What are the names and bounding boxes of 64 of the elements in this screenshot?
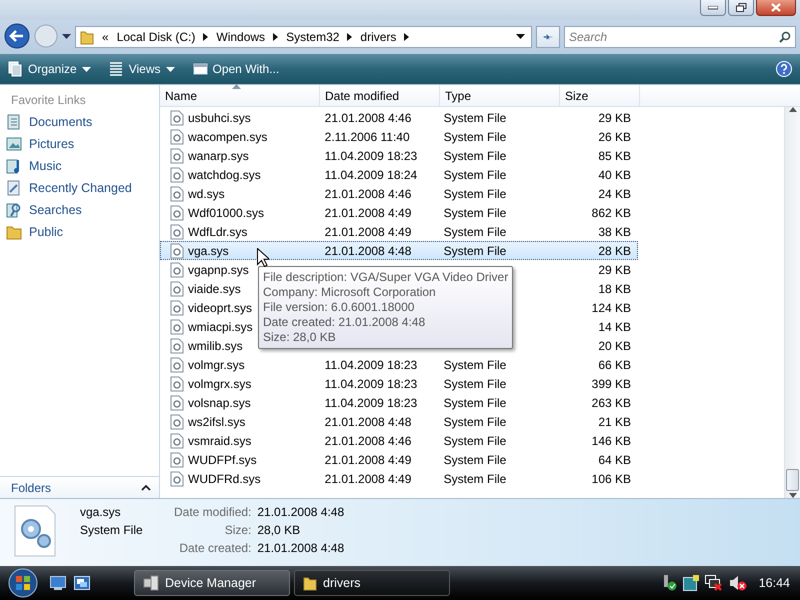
- date-cell-text: 11.04.2009 18:23: [324, 148, 418, 162]
- type-cell-text: System File: [442, 414, 508, 428]
- date-cell-text: 21.01.2008 4:49: [324, 472, 412, 486]
- size-cell-text: 399 KB: [590, 376, 632, 390]
- type-cell-text: System File: [442, 244, 508, 258]
- tooltip-line: Company: Microsoft Corporation: [263, 285, 437, 300]
- size-cell-text: 18 KB: [597, 282, 632, 296]
- property-label: Size:: [224, 523, 252, 537]
- date-cell-text: 21.01.2008 4:49: [324, 206, 412, 220]
- date-cell-text: 11.04.2009 18:23: [324, 396, 418, 410]
- type-cell-text: System File: [442, 396, 508, 410]
- date-cell-text: 21.01.2008 4:46: [324, 434, 412, 448]
- size-cell-text: 38 KB: [597, 224, 632, 238]
- tooltip-line: Size: 28,0 KB: [263, 330, 337, 345]
- size-cell-text: 64 KB: [597, 452, 632, 466]
- size-cell-text: 85 KB: [597, 148, 632, 162]
- size-cell-text: 146 KB: [590, 434, 632, 448]
- size-cell-text: 106 KB: [590, 472, 632, 486]
- file-name: vga.sys: [80, 505, 122, 519]
- tooltip-line: File description: VGA/Super VGA Video Driver: [263, 270, 508, 285]
- type-cell-text: System File: [442, 434, 508, 448]
- date-cell-text: 11.04.2009 18:24: [324, 168, 418, 182]
- date-cell-text: 21.01.2008 4:46: [324, 186, 412, 200]
- date-cell-text: 11.04.2009 18:23: [324, 376, 418, 390]
- size-cell-text: 66 KB: [597, 358, 632, 372]
- file-type: System File: [80, 523, 144, 537]
- property-label: Date created:: [178, 541, 252, 555]
- type-cell-text: System File: [442, 358, 508, 372]
- size-cell-text: 28 KB: [597, 244, 632, 258]
- type-cell-text: System File: [442, 472, 508, 486]
- date-cell-text: 21.01.2008 4:48: [324, 244, 412, 258]
- type-cell-text: System File: [442, 206, 508, 220]
- tooltip-line: File version: 6.0.6001.18000: [263, 300, 416, 315]
- property-value: 28,0 KB: [257, 523, 302, 537]
- size-cell-text: 26 KB: [597, 130, 632, 144]
- property-label: Date modified:: [174, 505, 252, 519]
- property-value: 21.01.2008 4:48: [257, 505, 344, 519]
- type-cell-text: System File: [442, 452, 508, 466]
- date-cell-text: 21.01.2008 4:49: [324, 452, 412, 466]
- size-cell-text: 40 KB: [597, 168, 632, 182]
- type-cell-text: System File: [442, 110, 508, 124]
- size-cell-text: 14 KB: [597, 320, 632, 334]
- size-cell-text: 21 KB: [597, 414, 632, 428]
- type-cell-text: System File: [442, 376, 508, 390]
- date-cell-text: 21.01.2008 4:46: [324, 110, 412, 124]
- size-cell-text: 20 KB: [597, 338, 632, 352]
- size-cell-text: 29 KB: [597, 262, 632, 276]
- type-cell-text: System File: [442, 186, 508, 200]
- date-cell-text: 11.04.2009 18:23: [324, 358, 418, 372]
- size-cell-text: 29 KB: [597, 110, 632, 124]
- size-cell-text: 124 KB: [590, 300, 632, 314]
- date-cell-text: 21.01.2008 4:49: [324, 224, 412, 238]
- property-value: 21.01.2008 4:48: [257, 541, 344, 555]
- type-cell-text: System File: [442, 130, 508, 144]
- tooltip-line: Date created: 21.01.2008 4:48: [263, 315, 426, 330]
- type-cell-text: System File: [442, 148, 508, 162]
- date-cell-text: 21.01.2008 4:48: [324, 414, 412, 428]
- type-cell-text: System File: [442, 168, 508, 182]
- size-cell-text: 24 KB: [597, 186, 632, 200]
- size-cell-text: 862 KB: [590, 206, 632, 220]
- date-cell-text: 2.11.2006 11:40: [324, 130, 411, 144]
- size-cell-text: 263 KB: [590, 396, 632, 410]
- type-cell-text: System File: [442, 224, 508, 238]
- sidebar-heading: Favorite Links: [10, 92, 87, 109]
